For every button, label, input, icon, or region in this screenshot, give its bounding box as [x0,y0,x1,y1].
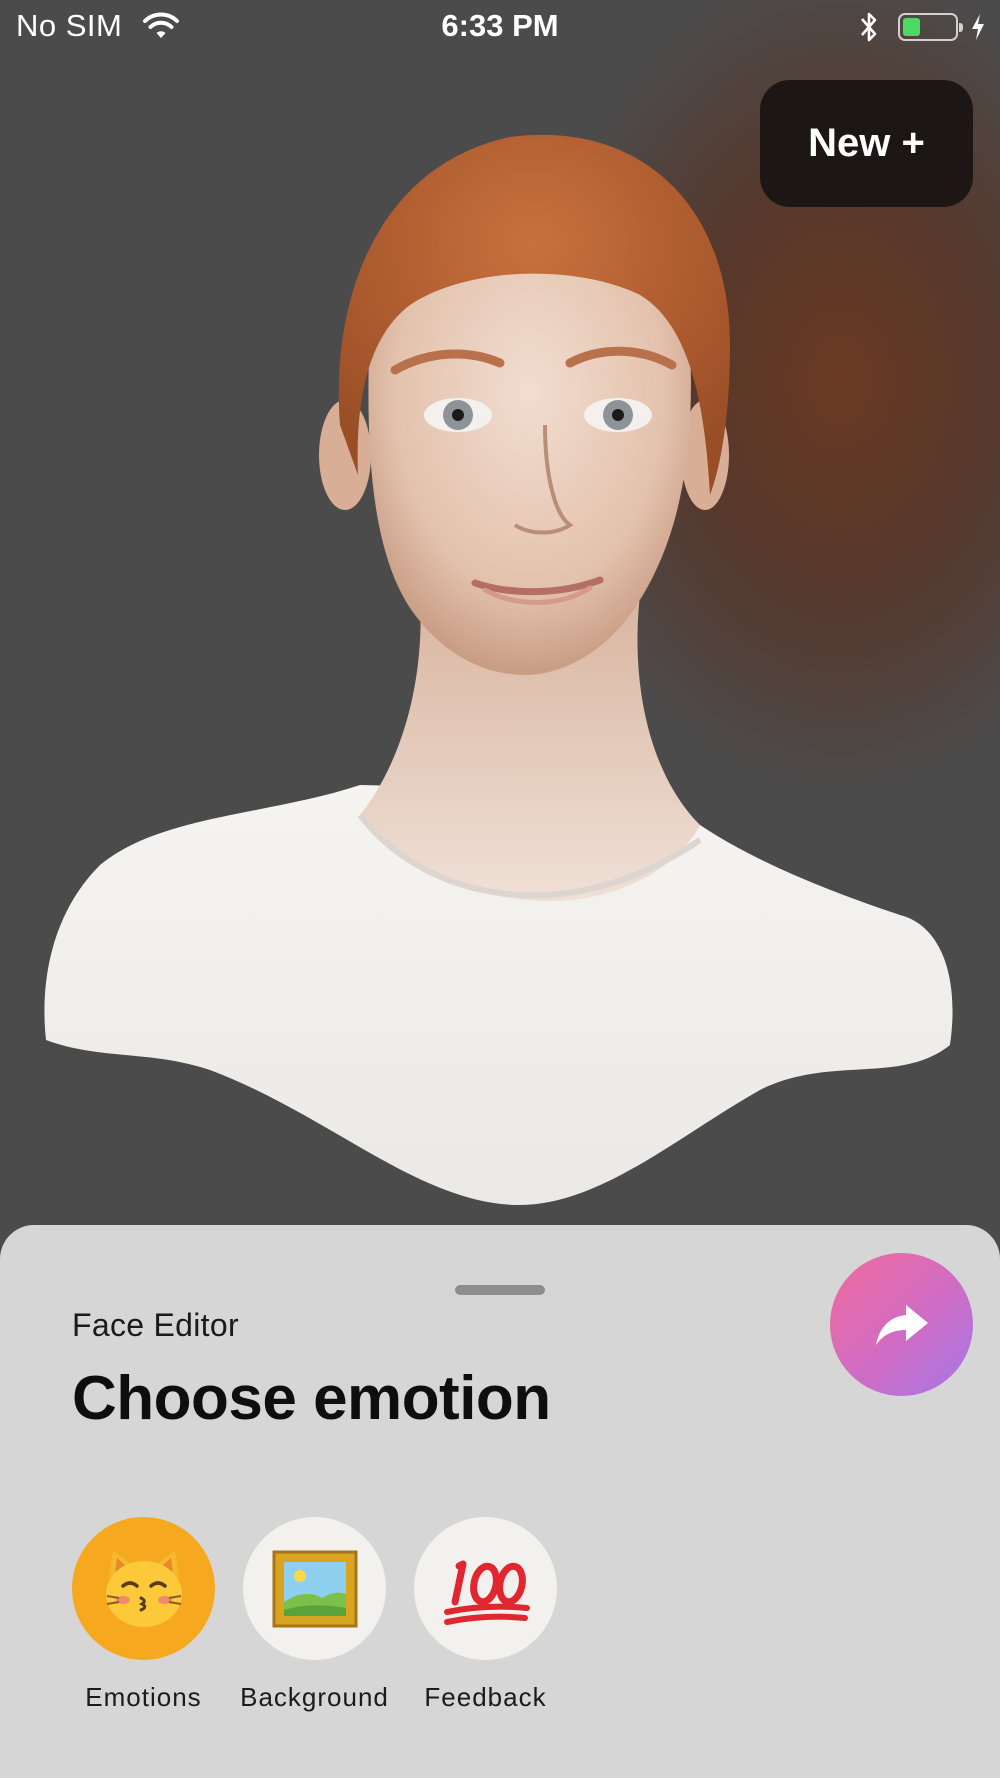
sheet-grabber-handle[interactable] [455,1285,545,1295]
face-editor-screen: No SIM 6:33 PM New + Face Editor Choose … [0,0,1000,1778]
battery-level-fill [903,18,921,36]
feedback-label: Feedback [424,1682,547,1712]
share-arrow-icon [875,1304,928,1345]
bottom-sheet: Face Editor Choose emotion Emotions Back… [0,1225,1000,1778]
background-label: Background [240,1682,389,1712]
kissing-cat-emoji-icon [105,1549,182,1627]
background-button[interactable] [243,1517,386,1660]
share-button[interactable] [830,1253,973,1396]
battery-icon [898,13,963,41]
sheet-title: Choose emotion [72,1364,551,1433]
avatar-3d-bust[interactable] [40,125,960,1225]
emotions-label: Emotions [85,1682,202,1712]
tool-list: Emotions Background Feedback [72,1517,585,1713]
status-time: 6:33 PM [441,8,559,43]
status-bar: No SIM 6:33 PM [0,0,1000,56]
hundred-points-emoji-icon [443,1560,530,1625]
charging-bolt-icon [972,14,984,40]
sheet-subtitle: Face Editor [72,1307,239,1343]
feedback-button[interactable] [414,1517,557,1660]
bluetooth-icon [861,12,877,42]
tool-item-feedback[interactable]: Feedback [414,1517,557,1713]
emotions-button[interactable] [72,1517,215,1660]
tool-item-background[interactable]: Background [240,1517,389,1713]
framed-picture-emoji-icon [272,1550,357,1627]
tool-item-emotions[interactable]: Emotions [72,1517,215,1713]
status-right [858,10,986,44]
